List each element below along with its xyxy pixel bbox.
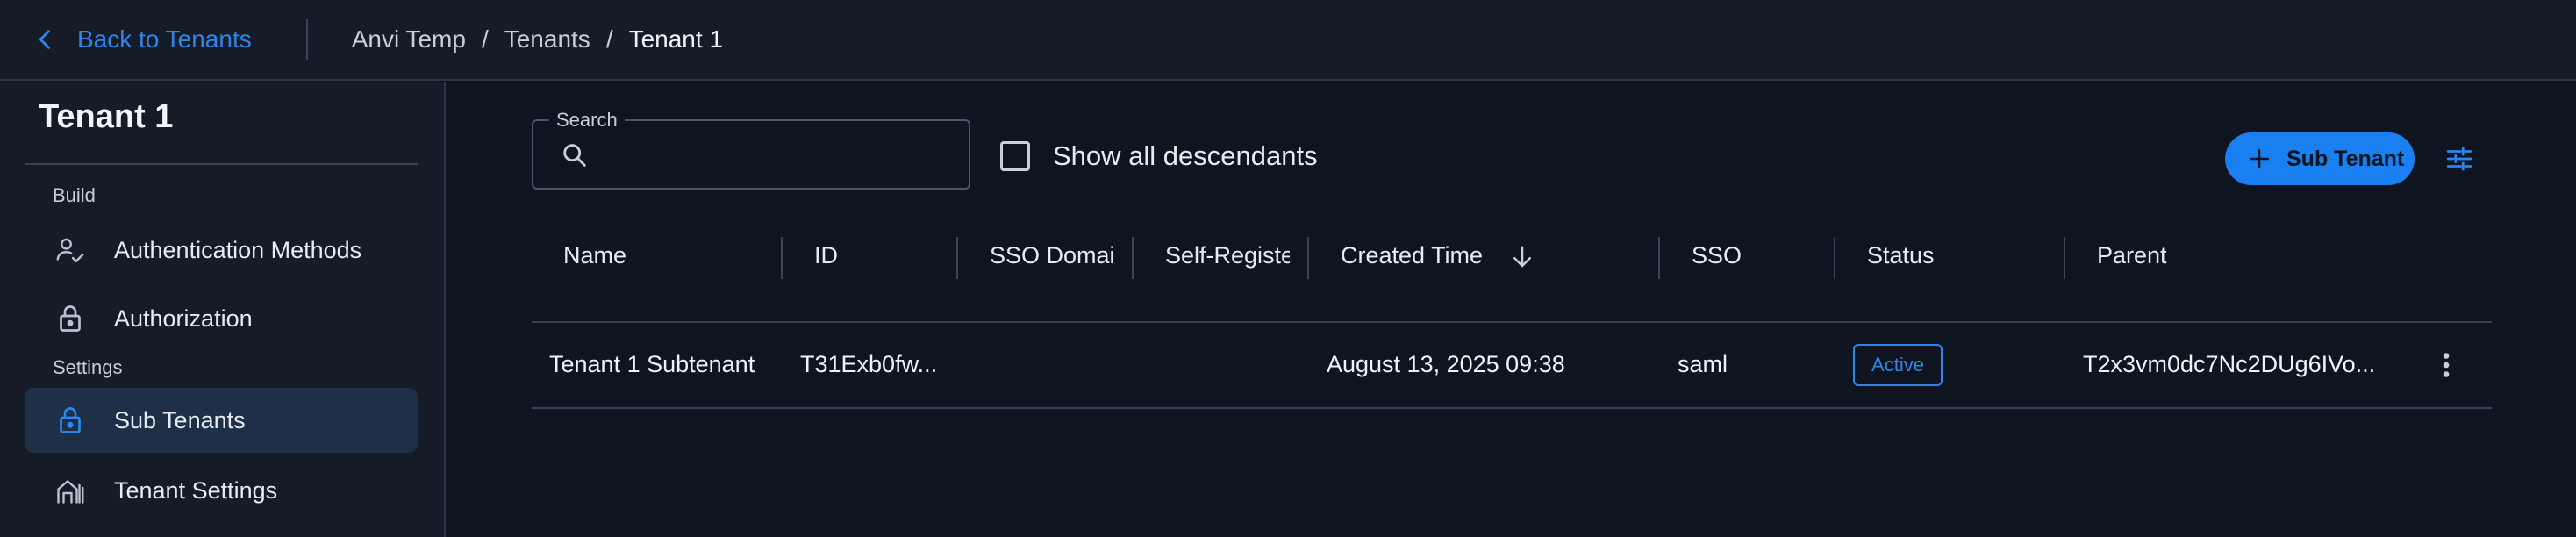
status-badge: Active — [1853, 344, 1943, 386]
cell-name: Tenant 1 Subtenant — [549, 351, 755, 377]
lock-icon — [54, 405, 86, 436]
cell-id: T31Exb0fw... — [800, 351, 938, 377]
top-bar: Back to Tenants Anvi Temp / Tenants / Te… — [0, 0, 2576, 81]
column-separator[interactable] — [781, 237, 783, 279]
breadcrumb-item-project[interactable]: Anvi Temp — [352, 25, 466, 54]
search-icon — [563, 144, 586, 167]
breadcrumb-separator: / — [481, 25, 489, 53]
column-header-sso-domain[interactable]: SSO Domain — [990, 242, 1114, 269]
back-to-tenants-link[interactable]: Back to Tenants — [33, 25, 252, 54]
column-header-created-time[interactable]: Created Time — [1341, 242, 1507, 269]
sort-descending-icon[interactable] — [1509, 244, 1535, 270]
sidebar-title: Tenant 1 — [39, 98, 174, 135]
column-separator[interactable] — [1834, 237, 1835, 279]
lock-icon — [54, 303, 86, 334]
cell-created-time: August 13, 2025 09:38 — [1327, 351, 1565, 377]
search-field[interactable]: Search — [532, 109, 970, 190]
sidebar-item-tenant-settings[interactable]: Tenant Settings — [25, 458, 418, 523]
column-header-sso[interactable]: SSO — [1692, 242, 1823, 269]
column-separator[interactable] — [1658, 237, 1660, 279]
back-link-label: Back to Tenants — [77, 25, 252, 53]
breadcrumb-item-tenants[interactable]: Tenants — [504, 25, 590, 54]
show-descendants-checkbox[interactable] — [1000, 141, 1030, 171]
cell-sso: saml — [1678, 351, 1728, 377]
breadcrumb-separator: / — [605, 25, 613, 53]
sub-tenant-button-label: Sub Tenant — [2286, 146, 2405, 171]
topbar-divider — [305, 19, 308, 60]
sidebar-item-label: Authentication Methods — [114, 236, 362, 263]
more-vert-icon[interactable] — [2436, 349, 2457, 381]
plus-icon — [2249, 148, 2270, 169]
show-descendants-label: Show all descendants — [1053, 140, 1318, 171]
add-sub-tenant-button[interactable]: Sub Tenant — [2225, 132, 2415, 185]
sidebar-divider — [25, 163, 418, 165]
column-separator[interactable] — [956, 237, 958, 279]
table-header-divider — [532, 321, 2492, 323]
sidebar: Tenant 1 Build Authentication Methods Au… — [0, 82, 446, 537]
column-separator[interactable] — [1307, 237, 1309, 279]
table-row-divider — [532, 407, 2492, 409]
section-label-settings: Settings — [53, 356, 123, 378]
search-label: Search — [549, 109, 625, 132]
user-check-icon — [54, 234, 86, 266]
show-descendants-toggle[interactable]: Show all descendants — [1000, 140, 1318, 172]
column-header-id[interactable]: ID — [814, 242, 946, 269]
breadcrumb-item-current: Tenant 1 — [628, 25, 724, 53]
search-input[interactable] — [604, 133, 955, 177]
sidebar-item-label: Authorization — [114, 304, 253, 332]
cell-parent: T2x3vm0dc7Nc2DUg6IVo... — [2083, 351, 2376, 377]
sidebar-item-sub-tenants[interactable]: Sub Tenants — [25, 388, 418, 453]
sidebar-item-label: Tenant Settings — [114, 476, 278, 504]
breadcrumb: Anvi Temp / Tenants / Tenant 1 — [352, 25, 723, 54]
sidebar-item-authorization[interactable]: Authorization — [25, 286, 418, 351]
column-separator[interactable] — [2064, 237, 2065, 279]
column-header-name[interactable]: Name — [563, 242, 774, 269]
section-label-build: Build — [53, 184, 96, 206]
column-separator[interactable] — [1132, 237, 1134, 279]
column-header-parent[interactable]: Parent — [2097, 242, 2360, 269]
column-header-status[interactable]: Status — [1867, 242, 2043, 269]
column-header-self-registration[interactable]: Self-Registe — [1165, 242, 1290, 269]
building-icon — [54, 475, 86, 506]
chevron-left-icon — [39, 30, 50, 49]
column-settings-icon[interactable] — [2444, 144, 2474, 174]
sidebar-item-authentication-methods[interactable]: Authentication Methods — [25, 218, 418, 283]
sidebar-item-label: Sub Tenants — [114, 406, 246, 433]
